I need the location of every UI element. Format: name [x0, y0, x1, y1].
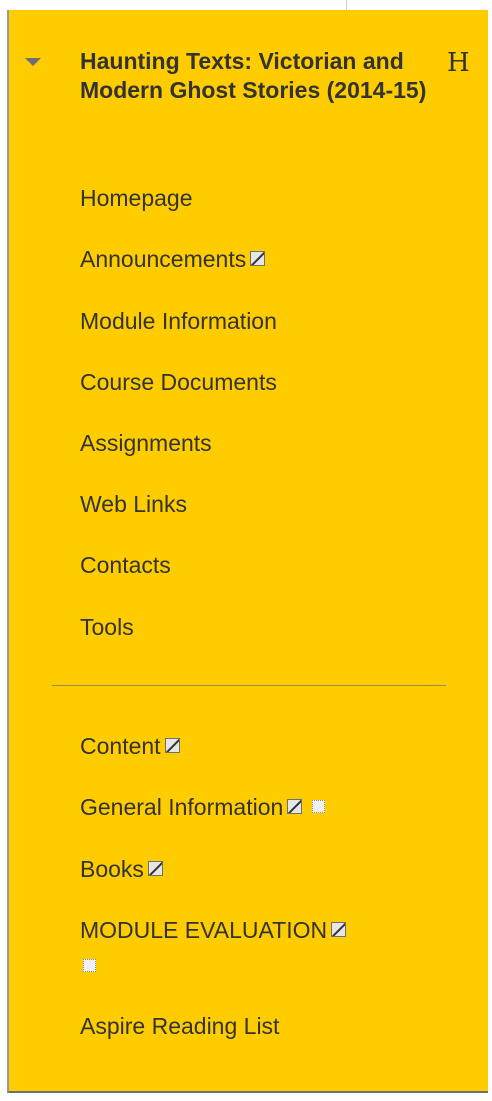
- menu-item-module-information[interactable]: Module Information: [80, 307, 277, 335]
- menu-divider: [52, 685, 446, 686]
- menu-item-label: Announcements: [80, 246, 247, 272]
- course-h-icon[interactable]: H: [447, 48, 470, 78]
- menu-item-homepage[interactable]: Homepage: [80, 184, 193, 212]
- link-icon: [83, 959, 96, 972]
- collapse-arrow-icon[interactable]: [25, 58, 41, 66]
- hidden-icon: [164, 738, 180, 753]
- menu-item-books[interactable]: Books: [80, 855, 163, 883]
- menu-item-tools[interactable]: Tools: [80, 613, 134, 641]
- menu-item-label: Module Information: [80, 308, 277, 334]
- menu-item-label: Homepage: [80, 185, 193, 211]
- menu-item-announcements[interactable]: Announcements: [80, 245, 266, 273]
- menu-item-web-links[interactable]: Web Links: [80, 490, 187, 518]
- menu-item-aspire-reading-list[interactable]: Aspire Reading List: [80, 1012, 279, 1040]
- menu-item-contacts[interactable]: Contacts: [80, 551, 171, 579]
- menu-item-label: Contacts: [80, 552, 171, 578]
- hidden-icon: [250, 251, 266, 266]
- link-icon: [312, 800, 326, 813]
- menu-item-content[interactable]: Content: [80, 732, 180, 760]
- menu-item-label: Course Documents: [80, 369, 277, 395]
- hidden-icon: [331, 922, 347, 937]
- menu-item-module-evaluation[interactable]: MODULE EVALUATION: [80, 916, 347, 944]
- top-edge: [0, 0, 492, 10]
- course-title[interactable]: Haunting Texts: Victorian and Modern Gho…: [80, 47, 440, 105]
- menu-item-label: Aspire Reading List: [80, 1013, 280, 1039]
- menu-item-general-information[interactable]: General Information: [80, 793, 326, 821]
- menu-item-label: Assignments: [80, 430, 212, 456]
- course-header: Haunting Texts: Victorian and Modern Gho…: [25, 45, 470, 160]
- menu-item-label: General Information: [80, 794, 284, 820]
- menu-item-label: Books: [80, 856, 144, 882]
- menu-item-label: Web Links: [80, 491, 187, 517]
- menu-item-label: MODULE EVALUATION: [80, 917, 328, 943]
- menu-item-course-documents[interactable]: Course Documents: [80, 368, 277, 396]
- hidden-icon: [287, 799, 303, 814]
- menu-item-label: Content: [80, 733, 161, 759]
- hidden-icon: [147, 861, 163, 876]
- menu-item-assignments[interactable]: Assignments: [80, 429, 212, 457]
- menu-item-label: Tools: [80, 614, 134, 640]
